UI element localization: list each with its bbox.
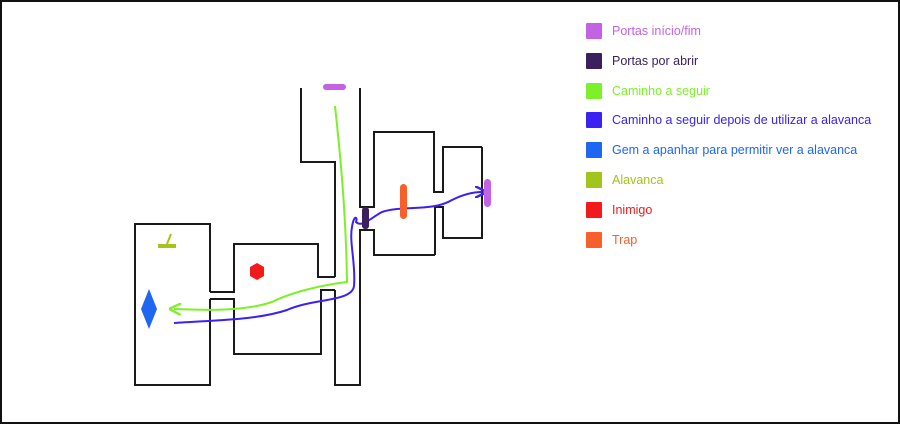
legend-swatch [586,231,602,248]
legend-swatch [586,112,602,129]
legend-label: Caminho a seguir depois de utilizar a al… [612,113,872,128]
legend-label: Portas por abrir [612,53,699,68]
door-start-icon [323,84,346,90]
legend-label: Inimigo [612,202,653,217]
wall-corridor-right [359,88,482,208]
enemy-icon [250,263,264,280]
wall-middle-room [210,243,335,293]
legend-swatch [586,201,602,218]
legend-swatch [586,142,602,159]
trap-icon [400,184,407,219]
path-to-follow [174,105,349,310]
lever-icon [158,233,176,248]
legend-swatch [586,171,602,188]
gem-icon [141,289,157,329]
level-map [134,84,491,386]
level-map-diagram: Portas início/fim Portas por abrir Caminho… [0,0,900,424]
legend-label: Gem a apanhar para permitir ver a alavan… [612,143,858,158]
legend-label: Trap [612,232,638,247]
wall-middle-room-bottom [210,289,335,355]
legend-label: Alavanca [612,172,664,187]
legend-label: Portas início/fim [612,24,701,38]
legend-label: Caminho a seguir [612,83,710,98]
door-end-icon [484,179,491,207]
legend-swatch [586,82,602,99]
legend-swatch [586,52,602,69]
legend-swatch [586,23,602,39]
locked-door-icon [362,207,369,229]
wall-corridor-left-bottom [334,229,435,386]
